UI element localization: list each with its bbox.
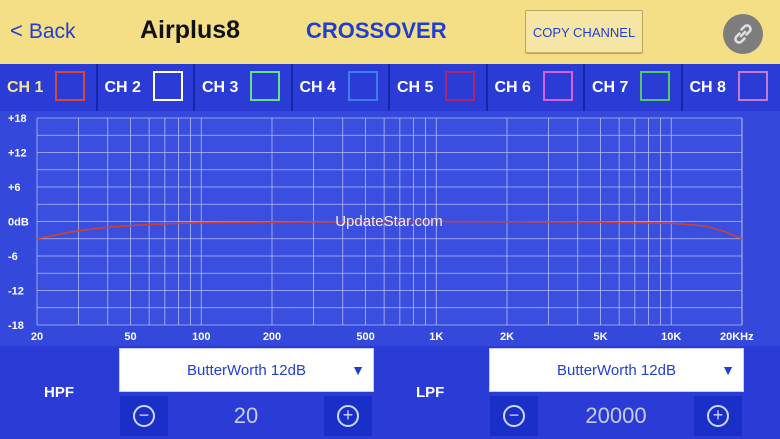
- watermark-text: UpdateStar.com: [335, 213, 443, 230]
- link-icon: [734, 24, 752, 44]
- tab-label: CH 2: [104, 78, 141, 96]
- x-tick-label: 2K: [500, 331, 514, 343]
- y-tick-label: -18: [8, 320, 24, 332]
- x-tick-label: 100: [192, 331, 210, 343]
- page-title: CROSSOVER: [306, 18, 447, 43]
- dropdown-triangle-icon: ▼: [721, 362, 735, 378]
- lpf-frequency-value[interactable]: 20000: [542, 396, 690, 436]
- back-label: Back: [28, 20, 76, 43]
- channel-tabs: CH 1 CH 2 CH 3 CH 4 CH 5 CH 6 CH 7 CH 8: [0, 64, 780, 111]
- tab-label: CH 4: [299, 78, 336, 96]
- x-tick-label: 20: [31, 331, 43, 343]
- dropdown-triangle-icon: ▼: [351, 362, 365, 378]
- x-tick-label: 500: [356, 331, 374, 343]
- y-tick-label: +12: [8, 148, 27, 160]
- app-title: Airplus8: [140, 16, 241, 44]
- filter-controls: HPF ButterWorth 12dB ▼ − 20 + LPF Butter…: [0, 346, 780, 439]
- lpf-filter-type-select[interactable]: ButterWorth 12dB ▼: [489, 348, 744, 392]
- y-tick-label: -6: [8, 251, 18, 263]
- x-tick-label: 20KHz: [720, 331, 754, 343]
- hpf-filter-type-select[interactable]: ButterWorth 12dB ▼: [119, 348, 374, 392]
- channel-color-swatch: [640, 71, 670, 101]
- channel-color-swatch: [152, 71, 183, 101]
- channel-color-swatch: [542, 71, 573, 101]
- tab-label: CH 7: [592, 78, 629, 96]
- plus-icon: +: [707, 405, 729, 427]
- frequency-response-graph: +18 +12 +6 0dB -6 -12 -18 20 50 100 200 500 1K 2K 5K 10…: [0, 111, 780, 346]
- tab-ch3[interactable]: CH 3: [195, 64, 293, 111]
- channel-color-swatch: [55, 71, 85, 101]
- minus-icon: −: [133, 405, 155, 427]
- x-tick-label: 10K: [661, 331, 681, 343]
- chevron-left-icon: <: [10, 18, 23, 43]
- lpf-label: LPF: [416, 384, 445, 401]
- tab-ch4[interactable]: CH 4: [293, 64, 390, 111]
- lpf-filter-type-value: ButterWorth 12dB: [557, 361, 676, 379]
- graph-canvas: +18 +12 +6 0dB -6 -12 -18 20 50 100 200 500 1K 2K 5K 10…: [8, 113, 754, 343]
- tab-ch5[interactable]: CH 5: [390, 64, 488, 111]
- y-tick-label: -12: [8, 286, 24, 298]
- tab-label: CH 3: [202, 78, 239, 96]
- tab-ch7[interactable]: CH 7: [585, 64, 683, 111]
- tab-ch8[interactable]: CH 8: [683, 64, 780, 111]
- channel-color-swatch: [347, 71, 378, 101]
- channel-color-swatch: [445, 71, 475, 101]
- x-tick-label: 5K: [593, 331, 607, 343]
- y-tick-label: +6: [8, 182, 21, 194]
- back-button[interactable]: < Back: [10, 18, 76, 44]
- y-tick-label: 0dB: [8, 217, 29, 229]
- link-button[interactable]: [723, 14, 763, 54]
- tab-label: CH 1: [7, 78, 44, 96]
- hpf-label: HPF: [44, 384, 74, 401]
- channel-color-swatch: [737, 71, 768, 101]
- tab-label: CH 8: [689, 78, 726, 96]
- x-tick-label: 1K: [429, 331, 443, 343]
- minus-icon: −: [503, 405, 525, 427]
- channel-color-swatch: [250, 71, 280, 101]
- hpf-increment-button[interactable]: +: [324, 396, 372, 436]
- x-tick-label: 200: [263, 331, 281, 343]
- tab-label: CH 6: [494, 78, 531, 96]
- lpf-decrement-button[interactable]: −: [490, 396, 538, 436]
- hpf-decrement-button[interactable]: −: [120, 396, 168, 436]
- tab-ch1[interactable]: CH 1: [0, 64, 98, 111]
- header-bar: < Back Airplus8 CROSSOVER COPY CHANNEL: [0, 0, 780, 64]
- plus-icon: +: [337, 405, 359, 427]
- copy-channel-button[interactable]: COPY CHANNEL: [525, 10, 643, 54]
- x-tick-label: 50: [124, 331, 136, 343]
- hpf-filter-type-value: ButterWorth 12dB: [187, 361, 306, 379]
- tab-ch2[interactable]: CH 2: [98, 64, 195, 111]
- lpf-increment-button[interactable]: +: [694, 396, 742, 436]
- y-tick-label: +18: [8, 113, 27, 125]
- hpf-frequency-value[interactable]: 20: [172, 396, 320, 436]
- tab-ch6[interactable]: CH 6: [488, 64, 585, 111]
- tab-label: CH 5: [397, 78, 434, 96]
